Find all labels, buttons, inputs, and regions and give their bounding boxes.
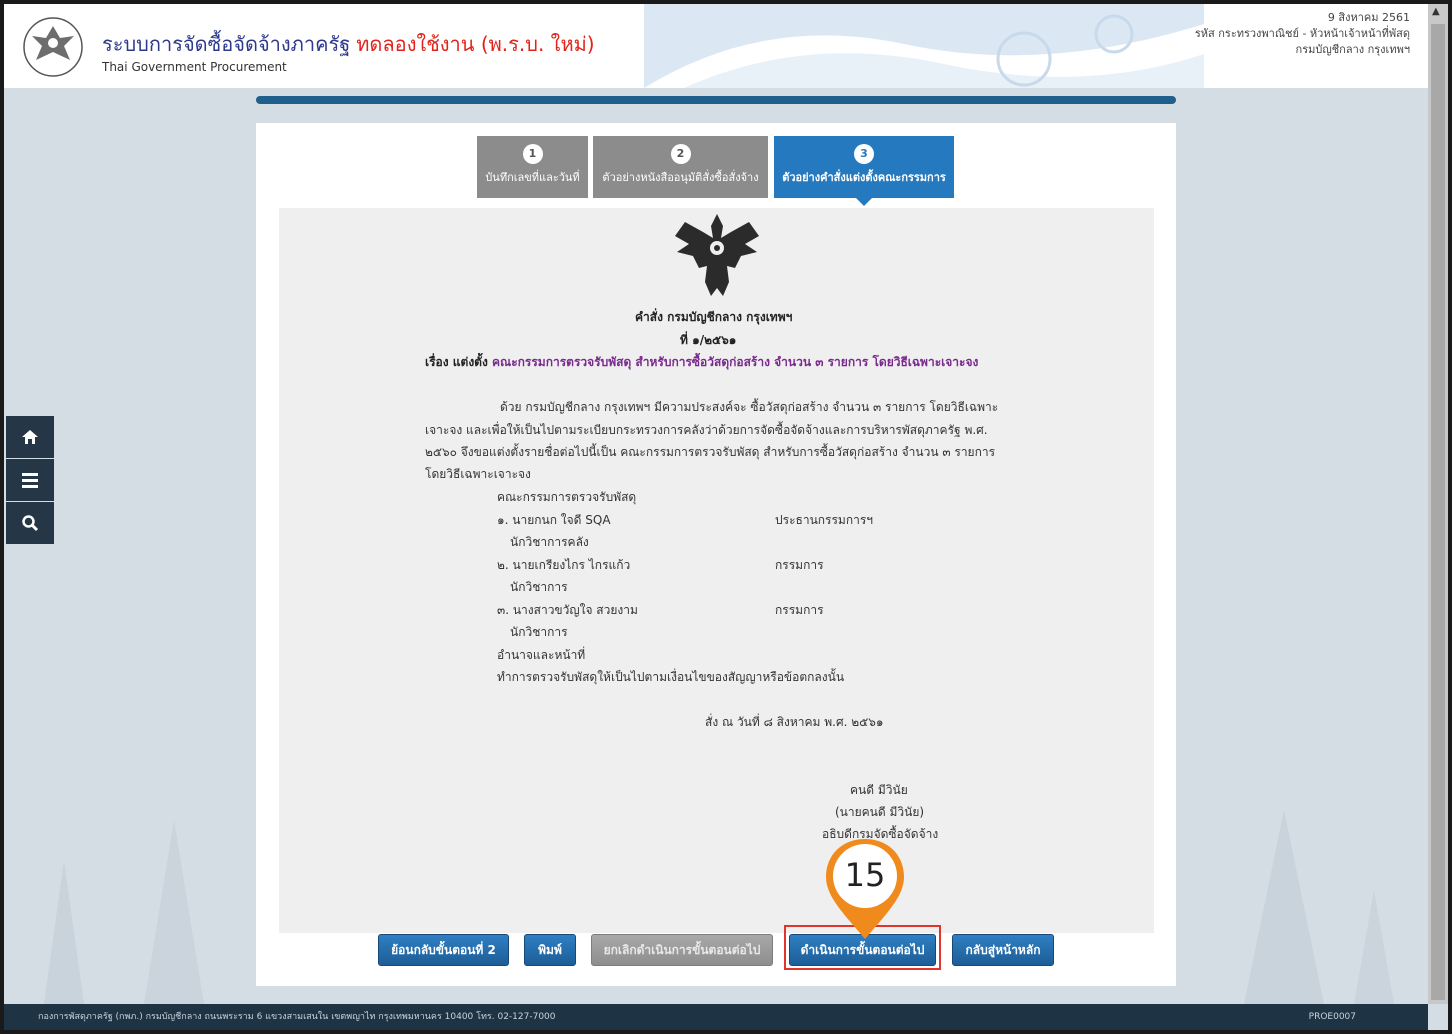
order-subject: เรื่อง แต่งตั้ง คณะกรรมการตรวจรับพัสดุ ส… — [425, 353, 978, 372]
system-title: ระบบการจัดซื้อจัดจ้างภาครัฐ ทดลองใช้งาน (… — [102, 28, 595, 60]
step-tab-1[interactable]: 1 บันทึกเลขที่และวันที่ — [477, 136, 588, 198]
footer-address: กองการพัสดุภาครัฐ (กพภ.) กรมบัญชีกลาง ถน… — [38, 1012, 556, 1022]
garuda-emblem — [675, 214, 759, 296]
duty-heading: อำนาจและหน้าที่ — [497, 648, 586, 662]
site-header: ระบบการจัดซื้อจัดจ้างภาครัฐ ทดลองใช้งาน (… — [4, 4, 1428, 88]
step-number: 3 — [854, 144, 874, 164]
current-date: 9 สิงหาคม 2561 — [1327, 11, 1410, 24]
order-date: สั่ง ณ วันที่ ๘ สิงหาคม พ.ศ. ๒๕๖๑ — [705, 715, 884, 729]
step-label: ตัวอย่างหนังสืออนุมัติสั่งซื้อสั่งจ้าง — [602, 171, 759, 184]
search-nav-button[interactable] — [6, 502, 54, 544]
home-nav-button[interactable] — [6, 416, 54, 458]
member-name: ๓. นางสาวขวัญใจ สวยงาม — [497, 603, 638, 617]
scrollbar-thumb[interactable] — [1431, 24, 1445, 1000]
user-info: 9 สิงหาคม 2561 รหัส กระทรวงพาณิชย์ - หัว… — [1195, 10, 1410, 58]
member-position: นักวิชาการ — [510, 625, 568, 639]
order-heading: คำสั่ง กรมบัญชีกลาง กรุงเทพฯ — [635, 310, 793, 324]
member-role: กรรมการ — [775, 558, 824, 572]
user-org: กรมบัญชีกลาง กรุงเทพฯ — [1295, 43, 1410, 56]
system-title-text: ระบบการจัดซื้อจัดจ้างภาครัฐ — [102, 32, 351, 56]
step-label: บันทึกเลขที่และวันที่ — [485, 171, 580, 184]
back-to-main-button[interactable]: กลับสู่หน้าหลัก — [952, 934, 1054, 966]
step-tab-3-active[interactable]: 3 ตัวอย่างคำสั่งแต่งตั้งคณะกรรมการ — [774, 136, 954, 206]
member-position: นักวิชาการ — [510, 580, 568, 594]
step-number: 2 — [670, 144, 691, 164]
signer-full-name: (นายคนดี มีวินัย) — [835, 805, 925, 819]
step-marker-number: 15 — [844, 856, 886, 894]
system-subtitle: Thai Government Procurement — [102, 60, 287, 74]
site-footer: กองการพัสดุภาครัฐ (กพภ.) กรมบัญชีกลาง ถน… — [4, 1004, 1428, 1030]
member-role: ประธานกรรมการฯ — [775, 513, 874, 527]
body-line-4: โดยวิธีเฉพาะเจาะจง — [425, 467, 531, 481]
menu-icon — [22, 473, 38, 488]
subject-prefix: เรื่อง แต่งตั้ง — [425, 355, 488, 369]
header-ornament — [644, 4, 1204, 88]
home-icon — [22, 430, 38, 444]
menu-nav-button[interactable] — [6, 459, 54, 501]
step-label: ตัวอย่างคำสั่งแต่งตั้งคณะกรรมการ — [782, 171, 946, 184]
member-role: กรรมการ — [775, 603, 824, 617]
member-position: นักวิชาการคลัง — [510, 535, 589, 549]
progress-bar — [256, 96, 1176, 104]
member-name: ๑. นายกนก ใจดี SQA — [497, 513, 611, 527]
body-line-2: เจาะจง และเพื่อให้เป็นไปตามระเบียบกระทรว… — [425, 423, 988, 437]
signer-name: คนดี มีวินัย — [850, 783, 908, 797]
search-icon — [22, 515, 39, 532]
back-step-2-button[interactable]: ย้อนกลับขั้นตอนที่ 2 — [378, 934, 509, 966]
step-number: 1 — [522, 144, 543, 164]
order-number: ที่ ๑/๒๕๖๑ — [680, 333, 737, 347]
print-button[interactable]: พิมพ์ — [524, 934, 576, 966]
page-code: PROE0007 — [1308, 1012, 1356, 1022]
body-line-3: ๒๕๖๐ จึงขอแต่งตั้งรายชื่อต่อไปนี้เป็น คณ… — [425, 445, 996, 459]
department-logo — [23, 17, 83, 77]
body-line-1: ด้วย กรมบัญชีกลาง กรุงเทพฯ มีความประสงค์… — [500, 400, 999, 414]
committee-heading: คณะกรรมการตรวจรับพัสดุ — [497, 490, 637, 504]
scroll-up-icon[interactable]: ▲ — [1432, 6, 1440, 17]
duty-text: ทำการตรวจรับพัสดุให้เป็นไปตามเงื่อนไขของ… — [497, 670, 845, 684]
cancel-next-step-button[interactable]: ยกเลิกดำเนินการขั้นตอนต่อไป — [591, 934, 773, 966]
subject-text: คณะกรรมการตรวจรับพัสดุ สำหรับการซื้อวัสด… — [492, 355, 979, 369]
member-name: ๒. นายเกรียงไกร ไกรแก้ว — [497, 558, 631, 572]
step-tab-2[interactable]: 2 ตัวอย่างหนังสืออนุมัติสั่งซื้อสั่งจ้าง — [593, 136, 768, 198]
user-role: รหัส กระทรวงพาณิชย์ - หัวหน้าเจ้าหน้าที่… — [1194, 27, 1410, 40]
trial-label: ทดลองใช้งาน (พ.ร.บ. ใหม่) — [356, 32, 595, 56]
